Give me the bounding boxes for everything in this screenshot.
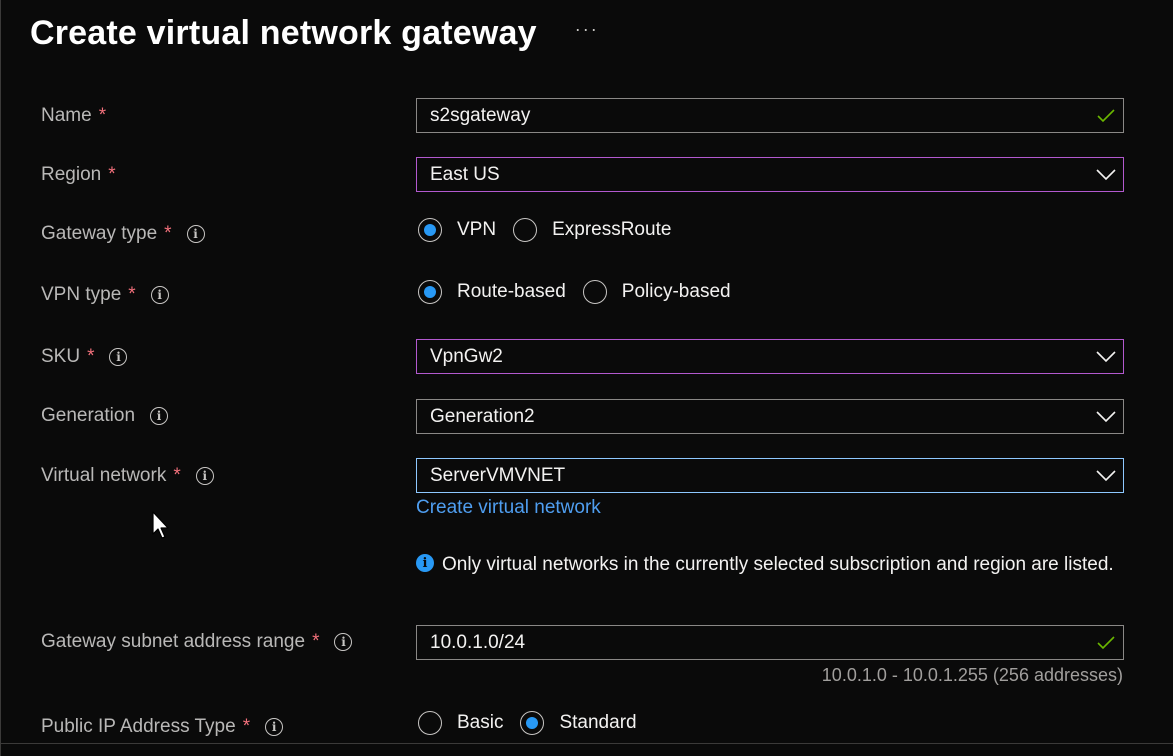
radio-label: Policy-based	[621, 281, 731, 302]
gateway-subnet-label: Gateway subnet address range	[41, 631, 306, 652]
generation-selected-value: Generation2	[430, 405, 535, 427]
vpn-type-radio-group: Route-based Policy-based	[418, 280, 748, 304]
radio-expressroute[interactable]: ExpressRoute	[513, 218, 671, 242]
generation-label: Generation	[41, 405, 136, 426]
radio-label: Standard	[559, 712, 637, 733]
gateway-subnet-field[interactable]: 10.0.1.0/24	[416, 625, 1124, 660]
public-ip-type-label: Public IP Address Type	[41, 716, 236, 737]
name-field[interactable]: s2sgateway	[416, 98, 1124, 133]
sku-label-row: SKU * i	[41, 346, 128, 368]
region-selected-value: East US	[430, 163, 500, 185]
info-icon[interactable]: i	[186, 225, 205, 243]
info-icon[interactable]: i	[195, 467, 214, 485]
sku-dropdown[interactable]: VpnGw2	[416, 339, 1124, 374]
name-label-row: Name *	[41, 105, 106, 127]
checkmark-icon	[1089, 108, 1123, 123]
required-marker: *	[128, 284, 136, 305]
virtual-network-label: Virtual network	[41, 465, 167, 486]
radio-vpn[interactable]: VPN	[418, 218, 496, 242]
radio-label: Route-based	[457, 281, 566, 302]
bottom-divider	[0, 743, 1173, 744]
generation-label-row: Generation i	[41, 405, 169, 427]
public-ip-type-label-row: Public IP Address Type * i	[41, 716, 284, 738]
radio-unselected-icon[interactable]	[513, 218, 538, 242]
virtual-network-label-row: Virtual network * i	[41, 465, 214, 487]
name-input-value[interactable]: s2sgateway	[417, 105, 1089, 127]
left-divider	[0, 0, 1, 756]
region-label: Region	[41, 164, 102, 185]
create-virtual-network-link[interactable]: Create virtual network	[416, 497, 601, 519]
vpn-type-label-row: VPN type * i	[41, 284, 169, 306]
info-icon[interactable]: i	[150, 407, 169, 425]
info-note-text: Only virtual networks in the currently s…	[442, 554, 1114, 575]
gateway-subnet-input-value[interactable]: 10.0.1.0/24	[417, 632, 1089, 654]
header: Create virtual network gateway ···	[30, 14, 599, 53]
virtual-network-selected-value: ServerVMVNET	[430, 464, 566, 486]
radio-basic[interactable]: Basic	[418, 711, 503, 735]
virtual-network-info-note: i Only virtual networks in the currently…	[416, 552, 1116, 578]
page-title: Create virtual network gateway	[30, 14, 537, 52]
generation-dropdown[interactable]: Generation2	[416, 399, 1124, 434]
required-marker: *	[108, 164, 116, 185]
radio-selected-icon[interactable]	[418, 280, 442, 304]
vpn-type-label: VPN type	[41, 284, 122, 305]
chevron-down-icon[interactable]	[1089, 410, 1123, 423]
gateway-type-label-row: Gateway type * i	[41, 223, 205, 245]
required-marker: *	[87, 346, 95, 367]
chevron-down-icon[interactable]	[1089, 469, 1123, 482]
radio-standard[interactable]: Standard	[520, 711, 637, 735]
required-marker: *	[312, 631, 320, 652]
radio-label: VPN	[457, 219, 497, 240]
radio-route-based[interactable]: Route-based	[418, 280, 566, 304]
checkmark-icon	[1089, 635, 1123, 650]
radio-selected-icon[interactable]	[418, 218, 442, 242]
chevron-down-icon[interactable]	[1089, 350, 1123, 363]
info-filled-icon: i	[416, 554, 434, 572]
info-icon[interactable]: i	[334, 633, 353, 651]
radio-selected-icon[interactable]	[520, 711, 545, 735]
sku-label: SKU	[41, 346, 81, 367]
more-options-button[interactable]: ···	[575, 19, 599, 40]
gateway-type-label: Gateway type	[41, 223, 158, 244]
region-label-row: Region *	[41, 164, 116, 186]
chevron-down-icon[interactable]	[1089, 168, 1123, 181]
public-ip-type-radio-group: Basic Standard	[418, 711, 654, 735]
address-range-hint: 10.0.1.0 - 10.0.1.255 (256 addresses)	[821, 665, 1123, 685]
sku-selected-value: VpnGw2	[430, 345, 503, 367]
radio-unselected-icon[interactable]	[582, 280, 607, 304]
mouse-pointer-icon	[152, 511, 172, 544]
required-marker: *	[173, 465, 181, 486]
required-marker: *	[98, 105, 107, 126]
info-icon[interactable]: i	[109, 348, 128, 366]
required-marker: *	[164, 223, 172, 244]
info-icon[interactable]: i	[265, 718, 284, 736]
radio-label: Basic	[457, 712, 504, 733]
radio-policy-based[interactable]: Policy-based	[582, 280, 731, 304]
region-dropdown[interactable]: East US	[416, 157, 1124, 192]
name-label: Name	[41, 105, 92, 126]
gateway-type-radio-group: VPN ExpressRoute	[418, 218, 688, 242]
info-icon[interactable]: i	[150, 286, 169, 304]
radio-unselected-icon[interactable]	[418, 711, 442, 735]
virtual-network-dropdown[interactable]: ServerVMVNET	[416, 458, 1124, 493]
gateway-subnet-label-row: Gateway subnet address range * i	[41, 631, 353, 653]
radio-label: ExpressRoute	[552, 219, 672, 240]
required-marker: *	[242, 716, 251, 737]
